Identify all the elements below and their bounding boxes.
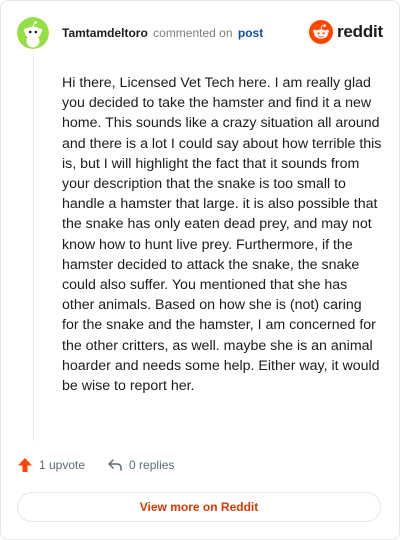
reply-count: 0 replies: [129, 458, 175, 472]
post-link[interactable]: post: [238, 26, 263, 40]
reply-arrow-icon: [108, 459, 122, 471]
replies-button[interactable]: 0 replies: [107, 457, 174, 473]
commented-on-text: commented on: [153, 26, 233, 40]
comment-header: Tamtamdeltoro commented on post: [17, 17, 263, 49]
thread-line: [33, 53, 34, 441]
view-more-on-reddit-button[interactable]: View more on Reddit: [17, 492, 381, 522]
comment-body: Hi there, Licensed Vet Tech here. I am r…: [62, 75, 382, 395]
comment-actions: 1 upvote 0 replies: [17, 457, 174, 473]
comment-embed-card: Tamtamdeltoro commented on post reddit H…: [0, 0, 400, 540]
upvote-arrow-icon: [18, 458, 32, 472]
upvote-button[interactable]: 1 upvote: [17, 457, 85, 473]
reddit-logo-icon: [308, 20, 333, 44]
snoo-avatar-icon: [17, 17, 49, 49]
reddit-brand[interactable]: reddit: [308, 20, 383, 44]
comment-meta: Tamtamdeltoro commented on post: [62, 25, 263, 41]
user-avatar[interactable]: [17, 17, 49, 49]
upvote-count: 1 upvote: [39, 458, 86, 472]
username[interactable]: Tamtamdeltoro: [62, 26, 148, 40]
reddit-wordmark: reddit: [336, 22, 383, 41]
